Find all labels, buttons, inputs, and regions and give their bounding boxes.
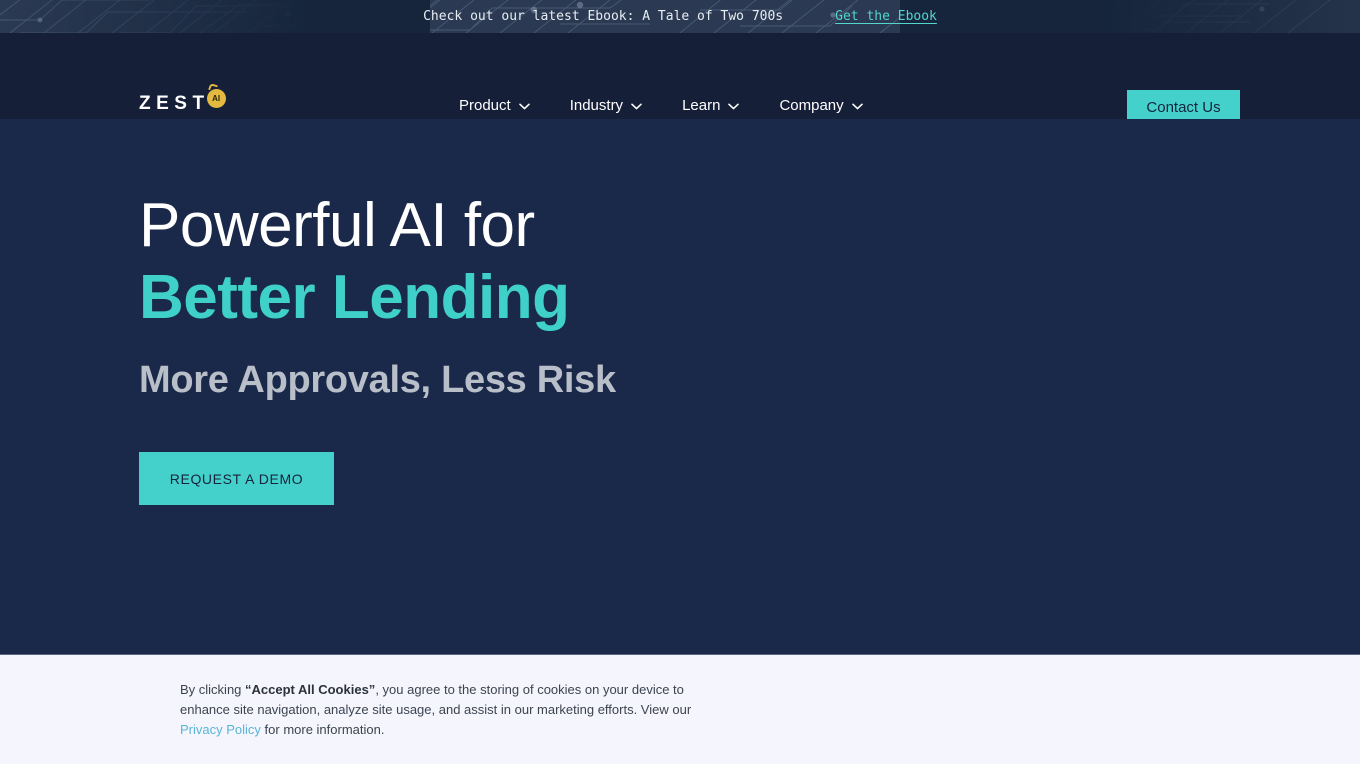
logo-ai-badge-icon: AI: [206, 82, 226, 108]
nav-item-product-label: Product: [459, 97, 511, 114]
primary-nav-links: Product Industry Learn Company: [459, 95, 863, 117]
nav-item-company[interactable]: Company: [779, 95, 863, 117]
announcement-bar: Check out our latest Ebook: A Tale of Tw…: [0, 0, 1360, 33]
banner-fade-right: [900, 0, 1360, 33]
hero-subheadline: More Approvals, Less Risk: [139, 359, 616, 401]
logo-stem-decoration: [207, 82, 218, 93]
main-navigation-bar: ZEST AI Product Industry Learn Company C…: [0, 33, 1360, 124]
cookie-consent-text: By clicking “Accept All Cookies”, you ag…: [180, 680, 725, 740]
cookie-text-part3: for more information.: [260, 722, 385, 737]
privacy-policy-link[interactable]: Privacy Policy: [180, 722, 261, 737]
nav-item-company-label: Company: [779, 97, 844, 114]
zest-ai-logo[interactable]: ZEST AI: [139, 82, 226, 119]
banner-fade-left: [0, 0, 430, 33]
hero-section: Powerful AI for Better Lending More Appr…: [0, 119, 1360, 654]
chevron-down-icon: [851, 103, 863, 110]
chevron-down-icon: [631, 103, 642, 110]
chevron-down-icon: [518, 103, 530, 110]
hero-headline-line1: Powerful AI for: [139, 191, 535, 260]
cookie-text-part1: By clicking: [180, 682, 246, 697]
hero-content: Powerful AI for Better Lending More Appr…: [139, 191, 839, 505]
logo-wordmark: ZEST: [139, 93, 210, 114]
nav-item-learn-label: Learn: [682, 97, 721, 114]
nav-item-industry-label: Industry: [569, 97, 624, 114]
nav-item-learn[interactable]: Learn: [682, 95, 740, 117]
logo-badge-label: AI: [212, 93, 221, 103]
cookie-text-bold: “Accept All Cookies”: [245, 682, 376, 697]
nav-item-industry[interactable]: Industry: [570, 95, 642, 117]
get-the-ebook-link[interactable]: Get the Ebook: [835, 9, 937, 24]
nav-item-product[interactable]: Product: [459, 95, 530, 117]
request-a-demo-button[interactable]: REQUEST A DEMO: [139, 452, 334, 505]
cookie-consent-banner: By clicking “Accept All Cookies”, you ag…: [0, 654, 1360, 764]
hero-headline-line2: Better Lending: [139, 263, 570, 332]
announcement-text: Check out our latest Ebook: A Tale of Tw…: [423, 9, 784, 24]
chevron-down-icon: [728, 103, 740, 110]
